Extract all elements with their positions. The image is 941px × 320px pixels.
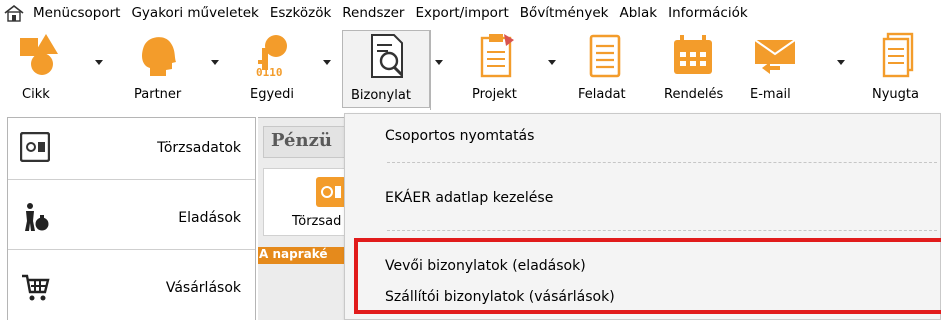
menu-item-gyakori-muveletek[interactable]: Gyakori műveletek	[131, 5, 258, 21]
svg-text:0110: 0110	[256, 66, 283, 78]
nav-item-vasarlasok[interactable]: Vásárlások	[8, 258, 255, 320]
menu-item-csoportos-nyomtatas[interactable]: Csoportos nyomtatás	[385, 128, 534, 144]
status-bar: A napraké	[258, 247, 346, 264]
envelope-icon	[754, 39, 796, 74]
menu-separator	[387, 230, 937, 231]
receipt-icon	[882, 32, 914, 78]
toolbar-button-email[interactable]: E-mail	[742, 30, 808, 108]
menu-separator	[387, 162, 937, 163]
toolbar-button-bizonylat[interactable]: Bizonylat	[342, 30, 430, 108]
cikk-dropdown-arrow[interactable]	[92, 30, 106, 108]
chevron-down-icon	[435, 60, 443, 65]
calendar-icon	[674, 35, 712, 74]
safe-icon	[20, 132, 50, 162]
toolbar-label: Nyugta	[872, 87, 919, 102]
menu-item-informaciok[interactable]: Információk	[668, 5, 748, 21]
menu-bar: Menücsoport Gyakori műveletek Eszközök R…	[0, 0, 941, 26]
chevron-down-icon	[211, 60, 219, 65]
menu-item-bovitmenyek[interactable]: Bővítmények	[520, 5, 609, 21]
toolbar-button-nyugta[interactable]: Nyugta	[862, 30, 938, 108]
partner-dropdown-arrow[interactable]	[208, 30, 222, 108]
chevron-down-icon	[548, 60, 556, 65]
key-icon: 0110	[256, 35, 287, 78]
menu-item-eszkozok[interactable]: Eszközök	[270, 5, 331, 21]
chevron-down-icon	[837, 60, 845, 65]
toolbar-label: Cikk	[22, 87, 50, 102]
toolbar-button-feladat[interactable]: Feladat	[570, 30, 640, 108]
toolbar: Cikk Partner 0110 Egyedi Bizonylat Proje…	[0, 30, 941, 110]
nav-item-eladasok[interactable]: Eladások	[8, 188, 255, 250]
toolbar-label: Rendelés	[664, 87, 724, 102]
menu-item-menucsoport[interactable]: Menücsoport	[33, 5, 120, 21]
nav-item-label: Eladások	[178, 210, 241, 226]
projekt-dropdown-arrow[interactable]	[545, 30, 559, 108]
menu-item-rendszer[interactable]: Rendszer	[342, 5, 404, 21]
tile-torzsadatok[interactable]: Törzsad	[263, 168, 345, 236]
nav-item-torzsadatok[interactable]: Törzsadatok	[8, 118, 255, 180]
person-head-icon	[142, 37, 176, 76]
home-icon[interactable]	[3, 4, 25, 22]
notepad-icon	[589, 34, 621, 78]
toolbar-button-rendeles[interactable]: Rendelés	[658, 30, 730, 108]
toolbar-button-cikk[interactable]: Cikk	[12, 30, 82, 108]
toolbar-label: Partner	[134, 87, 182, 102]
toolbar-label: Bizonylat	[351, 88, 411, 103]
nav-item-label: Vásárlások	[165, 280, 241, 296]
email-dropdown-arrow[interactable]	[834, 30, 848, 108]
left-navigation: Törzsadatok Eladások Vásárlások	[7, 117, 256, 320]
menu-item-export-import[interactable]: Export/import	[415, 5, 508, 21]
toolbar-button-partner[interactable]: Partner	[122, 30, 202, 108]
highlight-frame	[354, 238, 941, 314]
toolbar-button-egyedi[interactable]: 0110 Egyedi	[244, 30, 310, 108]
toolbar-label: Projekt	[472, 87, 517, 102]
safe-icon	[316, 177, 344, 207]
nav-item-label: Törzsadatok	[157, 140, 241, 156]
bizonylat-dropdown-arrow[interactable]	[432, 30, 446, 108]
tile-label: Törzsad	[292, 214, 342, 229]
menu-item-ablak[interactable]: Ablak	[619, 5, 657, 21]
shopping-cart-icon	[22, 274, 50, 301]
toolbar-button-projekt[interactable]: Projekt	[462, 30, 532, 108]
document-search-icon	[371, 34, 404, 78]
toolbar-label: E-mail	[750, 87, 791, 102]
person-money-bag-icon	[25, 203, 49, 231]
chevron-down-icon	[323, 60, 331, 65]
egyedi-dropdown-arrow[interactable]	[320, 30, 334, 108]
toolbar-label: Egyedi	[250, 87, 295, 102]
menu-item-ekaer-adatlap[interactable]: EKÁER adatlap kezelése	[385, 190, 553, 206]
shapes-icon	[20, 34, 58, 75]
clipboard-icon	[480, 34, 514, 78]
toolbar-split-divider	[430, 30, 431, 110]
toolbar-label: Feladat	[578, 87, 626, 102]
chevron-down-icon	[95, 60, 103, 65]
